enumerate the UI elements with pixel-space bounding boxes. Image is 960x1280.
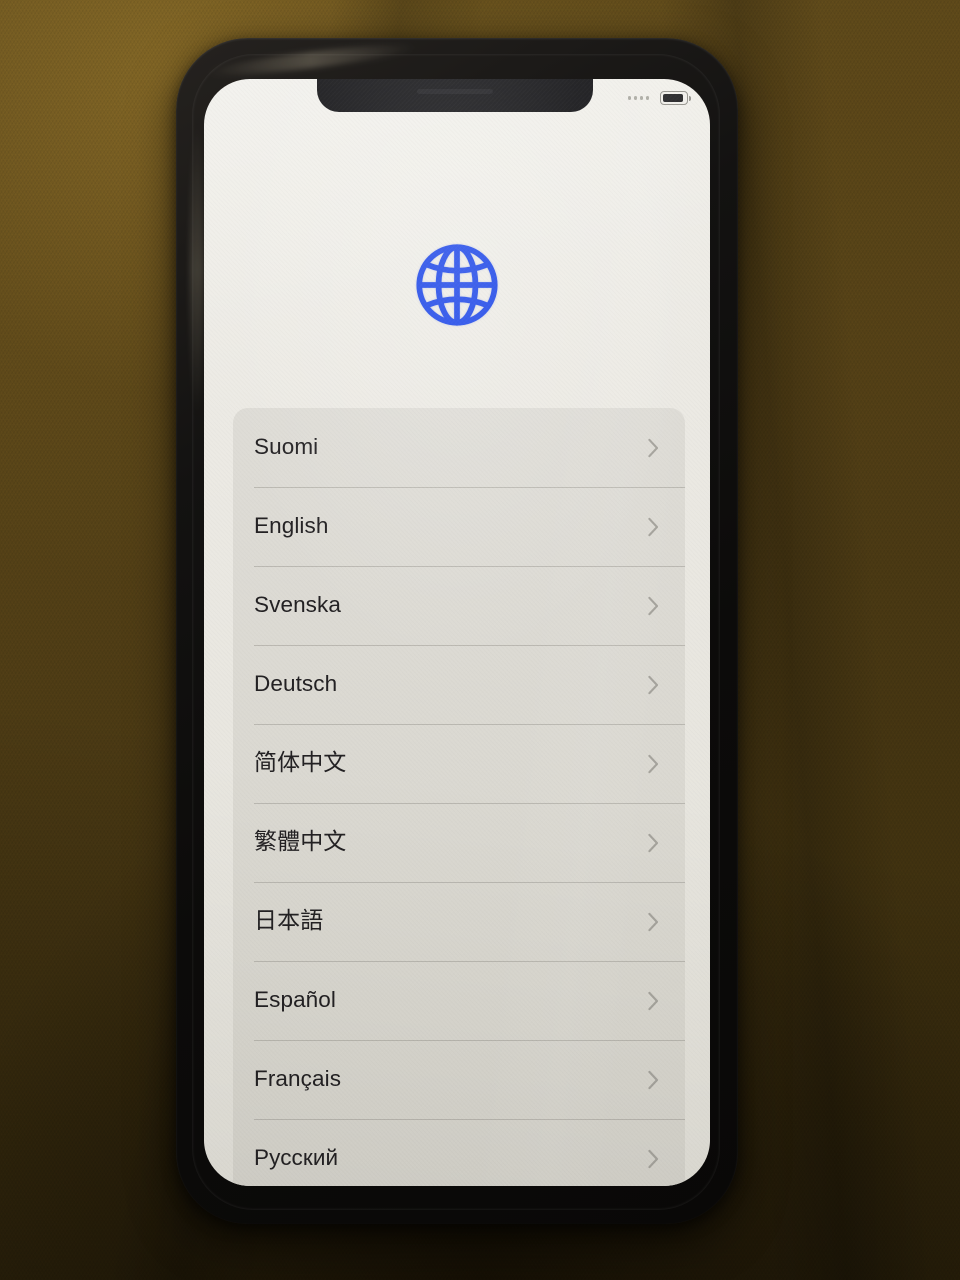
chevron-right-icon [648,912,659,931]
language-row[interactable]: 繁體中文 [233,803,685,882]
chevron-right-icon [648,438,659,457]
chevron-right-icon [648,833,659,852]
language-row[interactable]: Русский [233,1119,685,1186]
language-row[interactable]: Suomi [233,408,685,487]
globe-icon-container [204,239,710,331]
language-row[interactable]: Español [233,961,685,1040]
chevron-right-icon [648,1149,659,1168]
chevron-right-icon [648,754,659,773]
earpiece-speaker [417,89,493,94]
language-label: Русский [254,1145,339,1171]
phone-screen: Suomi English Svenska Deutsch 简体中文繁體中文日本語 Esp… [204,79,710,1186]
chevron-right-icon [648,1070,659,1089]
screenshot-root: Suomi English Svenska Deutsch 简体中文繁體中文日本語 Esp… [0,0,960,1280]
language-row[interactable]: 日本語 [233,882,685,961]
language-label: Deutsch [254,671,338,697]
language-row[interactable]: Svenska [233,566,685,645]
chevron-right-icon [648,596,659,615]
language-label: English [254,513,329,539]
chevron-right-icon [648,517,659,536]
language-row[interactable]: Deutsch [233,645,685,724]
battery-level-fill [662,93,683,103]
chevron-right-icon [648,991,659,1010]
language-row[interactable]: 简体中文 [233,724,685,803]
language-label: 繁體中文 [254,829,347,855]
battery-icon [660,91,691,105]
status-bar-right [627,91,691,105]
language-label: Suomi [254,434,319,460]
language-row[interactable]: Français [233,1040,685,1119]
chevron-right-icon [648,675,659,694]
language-label: 简体中文 [254,750,347,776]
language-label: Español [254,987,337,1013]
globe-icon [416,244,498,326]
language-label: Français [254,1066,342,1092]
language-list-card: Suomi English Svenska Deutsch 简体中文繁體中文日本語 Esp… [233,408,685,1186]
language-label: Svenska [254,592,341,618]
language-label: 日本語 [254,908,324,934]
signal-dots-icon [627,96,649,100]
display-notch [317,79,593,112]
language-row[interactable]: English [233,487,685,566]
